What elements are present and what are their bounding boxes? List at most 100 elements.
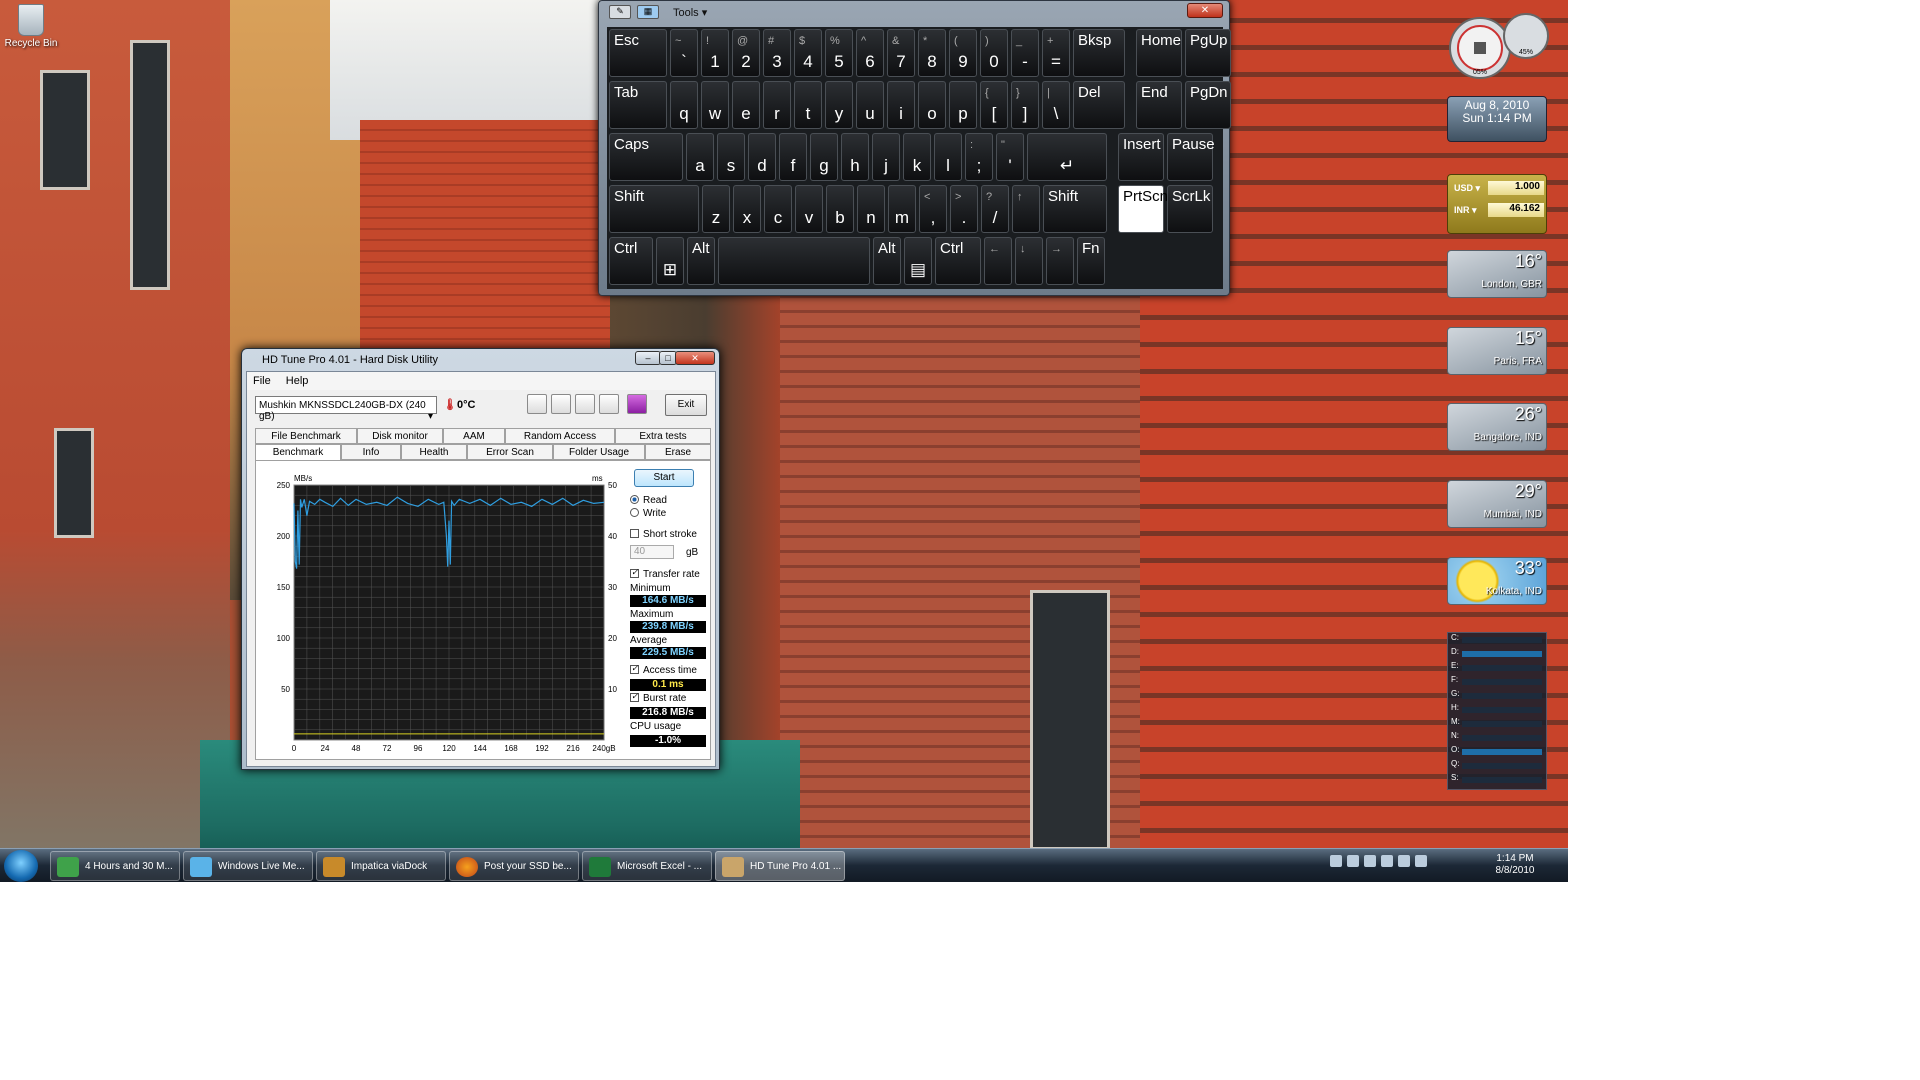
transfer-rate-checkbox[interactable]: Transfer rate xyxy=(630,567,700,580)
close-button[interactable]: ✕ xyxy=(675,351,715,365)
taskbar-item-firefox[interactable]: Post your SSD be... xyxy=(449,851,579,881)
tab-random-access[interactable]: Random Access xyxy=(505,428,615,444)
key-f[interactable]: f xyxy=(779,133,807,181)
key-5[interactable]: % 5 xyxy=(825,29,853,77)
key-[interactable]: ⊞ xyxy=(656,237,684,285)
key-7[interactable]: & 7 xyxy=(887,29,915,77)
key-ctrl[interactable]: Ctrl xyxy=(935,237,981,285)
key-k[interactable]: k xyxy=(903,133,931,181)
key-[interactable]: ▤ xyxy=(904,237,932,285)
key-1[interactable]: ! 1 xyxy=(701,29,729,77)
key-[interactable]: ← xyxy=(984,237,1012,285)
exit-button[interactable]: Exit xyxy=(665,394,707,416)
key-[interactable]: ↓ xyxy=(1015,237,1043,285)
key-[interactable]: {[ xyxy=(980,81,1008,129)
copy-text-icon[interactable] xyxy=(527,394,547,414)
weather-gadget-london[interactable]: 16° London, GBR xyxy=(1447,250,1547,298)
key-n[interactable]: n xyxy=(857,185,885,233)
key-g[interactable]: g xyxy=(810,133,838,181)
key-[interactable]: + = xyxy=(1042,29,1070,77)
key-home[interactable]: Home xyxy=(1136,29,1182,77)
key-esc[interactable]: Esc xyxy=(609,29,667,77)
key-9[interactable]: (9 xyxy=(949,29,977,77)
on-screen-keyboard[interactable]: ✎ ▦ Tools ▾ ✕ Esc ~ `! 1 @2 #3 $4% 5 ^ 6 & 7 * 8(9) 0 _… xyxy=(598,0,1231,296)
volume-icon[interactable] xyxy=(1398,855,1410,867)
key-shift[interactable]: Shift xyxy=(609,185,699,233)
cpu-meter-gadget[interactable]: 05% 45% xyxy=(1448,8,1558,80)
copy-image-icon[interactable] xyxy=(551,394,571,414)
tab-erase[interactable]: Erase xyxy=(645,444,711,460)
key-pause[interactable]: Pause xyxy=(1167,133,1215,181)
taskbar-item-excel[interactable]: Microsoft Excel - ... xyxy=(582,851,712,881)
key-o[interactable]: o xyxy=(918,81,946,129)
key-d[interactable]: d xyxy=(748,133,776,181)
key-space[interactable] xyxy=(718,237,870,285)
short-stroke-spinner[interactable]: 40 xyxy=(630,545,674,559)
key-p[interactable]: p xyxy=(949,81,977,129)
key-h[interactable]: h xyxy=(841,133,869,181)
drive-activity-gadget[interactable]: C: D: E: F: G: H: M: N: O: Q: S: xyxy=(1447,632,1547,790)
key-t[interactable]: t xyxy=(794,81,822,129)
read-radio[interactable]: Read xyxy=(630,495,667,506)
key-[interactable]: :; xyxy=(965,133,993,181)
key-scrlk[interactable]: ScrLk xyxy=(1167,185,1213,233)
key-[interactable]: ~ ` xyxy=(670,29,698,77)
tab-extra-tests[interactable]: Extra tests xyxy=(615,428,711,444)
currency-usd-label[interactable]: USD ▾ xyxy=(1454,183,1480,194)
key-del[interactable]: Del xyxy=(1073,81,1125,129)
key-y[interactable]: y xyxy=(825,81,853,129)
key-c[interactable]: c xyxy=(764,185,792,233)
calendar-gadget[interactable]: Aug 8, 2010 Sun 1:14 PM xyxy=(1447,96,1547,142)
key-l[interactable]: l xyxy=(934,133,962,181)
osk-tools-menu[interactable]: Tools ▾ xyxy=(673,6,707,19)
key-i[interactable]: i xyxy=(887,81,915,129)
hdtune-window[interactable]: HD Tune Pro 4.01 - Hard Disk Utility ‒ □… xyxy=(241,348,720,770)
weather-gadget-mumbai[interactable]: 29° Mumbai, IND xyxy=(1447,480,1547,528)
security-icon[interactable] xyxy=(1364,855,1376,867)
key-pgup[interactable]: PgUp xyxy=(1185,29,1231,77)
osk-mode-icon[interactable]: ✎ xyxy=(609,5,631,19)
start-button-windows-icon[interactable] xyxy=(4,850,38,882)
key-s[interactable]: s xyxy=(717,133,745,181)
key-6[interactable]: ^ 6 xyxy=(856,29,884,77)
tab-disk-monitor[interactable]: Disk monitor xyxy=(357,428,443,444)
options-icon[interactable] xyxy=(599,394,619,414)
key-w[interactable]: w xyxy=(701,81,729,129)
short-stroke-checkbox[interactable]: Short stroke xyxy=(630,529,697,540)
key-2[interactable]: @2 xyxy=(732,29,760,77)
key-[interactable]: }] xyxy=(1011,81,1039,129)
key-4[interactable]: $4 xyxy=(794,29,822,77)
key-b[interactable]: b xyxy=(826,185,854,233)
tab-info[interactable]: Info xyxy=(341,444,401,460)
key-j[interactable]: j xyxy=(872,133,900,181)
write-radio[interactable]: Write xyxy=(630,508,666,519)
key-[interactable]: ↑ xyxy=(1012,185,1040,233)
key-[interactable]: → xyxy=(1046,237,1074,285)
key-a[interactable]: a xyxy=(686,133,714,181)
taskbar-clock[interactable]: 1:14 PM 8/8/2010 xyxy=(1490,853,1540,877)
key-end[interactable]: End xyxy=(1136,81,1182,129)
key-[interactable]: _ - xyxy=(1011,29,1039,77)
key-bksp[interactable]: Bksp xyxy=(1073,29,1125,77)
taskbar-item-hdtune[interactable]: HD Tune Pro 4.01 ... xyxy=(715,851,845,881)
weather-gadget-kolkata[interactable]: 33° Kolkata, IND xyxy=(1447,557,1547,605)
taskbar-item-messenger[interactable]: Windows Live Me... xyxy=(183,851,313,881)
display-icon[interactable] xyxy=(1415,855,1427,867)
tab-error-scan[interactable]: Error Scan xyxy=(467,444,553,460)
osk-keyboard-icon[interactable]: ▦ xyxy=(637,5,659,19)
recycle-bin-shortcut[interactable]: Recycle Bin xyxy=(4,4,58,49)
tab-file-benchmark[interactable]: File Benchmark xyxy=(255,428,357,444)
access-time-checkbox[interactable]: Access time xyxy=(630,663,697,676)
key-[interactable]: <, xyxy=(919,185,947,233)
key-[interactable]: >. xyxy=(950,185,978,233)
key-[interactable]: ↵ xyxy=(1027,133,1107,181)
tab-folder-usage[interactable]: Folder Usage xyxy=(553,444,645,460)
weather-gadget-paris[interactable]: 15° Paris, FRA xyxy=(1447,327,1547,375)
key-z[interactable]: z xyxy=(702,185,730,233)
key-[interactable]: ? / xyxy=(981,185,1009,233)
key-e[interactable]: e xyxy=(732,81,760,129)
key-alt[interactable]: Alt xyxy=(687,237,715,285)
key-3[interactable]: #3 xyxy=(763,29,791,77)
key-q[interactable]: q xyxy=(670,81,698,129)
currency-gadget[interactable]: USD ▾ 1.000 INR ▾ 46.162 xyxy=(1447,174,1547,234)
